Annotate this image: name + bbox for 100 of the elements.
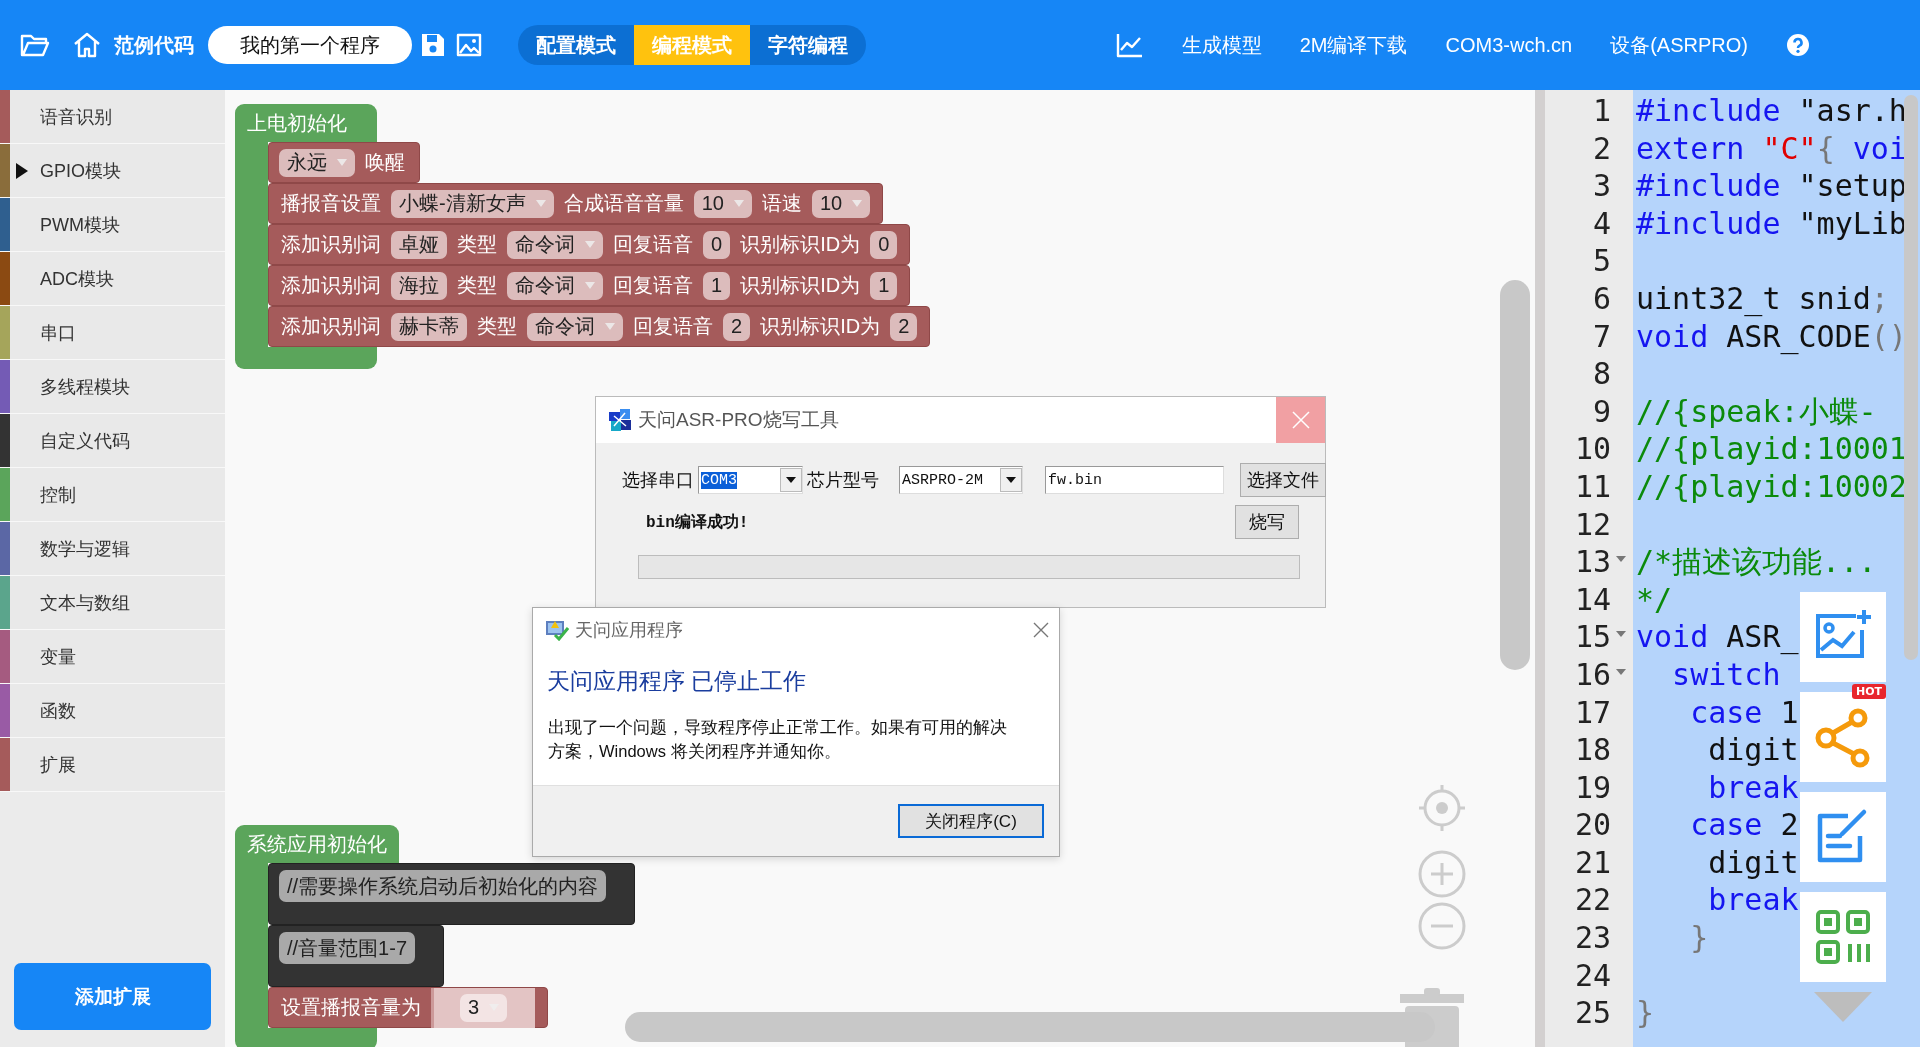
image-icon[interactable] [456,32,482,58]
add-extension-button[interactable]: 添加扩展 [14,963,211,1030]
mode-tab[interactable]: 配置模式 [518,25,634,65]
code-scrollbar[interactable] [1904,95,1918,660]
tool-card[interactable] [1800,792,1886,882]
sidebar-item[interactable]: 语音识别 [0,90,225,144]
dropdown-button[interactable] [1000,468,1022,492]
close-program-button[interactable]: 关闭程序(C) [898,804,1044,838]
mode-tab[interactable]: 字符编程 [750,25,866,65]
choose-file-button[interactable]: 选择文件 [1240,463,1326,497]
block-dropdown[interactable]: 小蝶-清新女声 [391,189,554,218]
line-number: 20 [1574,806,1611,844]
caret-icon [852,200,863,207]
line-number: 3 [1592,167,1611,205]
sidebar-item[interactable]: 变量 [0,630,225,684]
statement-block[interactable]: 播报音设置 小蝶-清新女声 合成语音音量 10 语速 10 [268,183,884,224]
category-label: 扩展 [40,753,76,777]
toolbar-link[interactable]: 生成模型 [1181,31,1262,59]
statement-block[interactable]: 永远 唤醒 [268,142,420,183]
block-label: 合成语音音量 [562,191,685,216]
program-name-field[interactable]: 我的第一个程序 [208,26,412,64]
chip-combobox[interactable]: ASRPRO-2M [899,466,1023,494]
statement-block[interactable]: 添加识别词 海拉 类型 命令词 回复语音 1 识别标识ID为 1 [268,265,911,306]
close-button[interactable] [1033,622,1049,638]
file-field[interactable]: fw.bin [1045,466,1224,494]
help-icon[interactable] [1786,33,1810,57]
block-dropdown[interactable]: 命令词 [507,230,603,259]
fold-icon[interactable] [1616,668,1626,675]
block-field[interactable]: //需要操作系统启动后初始化的内容 [279,870,607,902]
folder-icon[interactable] [20,32,50,58]
sidebar-item[interactable]: 控制 [0,468,225,522]
fold-icon[interactable] [1616,631,1626,638]
sidebar-item[interactable]: 函数 [0,684,225,738]
code-text: "asr.h [1797,93,1907,128]
code-text: 1 [1779,694,1799,730]
block-field[interactable]: 0 [870,230,898,259]
burn-button[interactable]: 烧写 [1235,505,1299,539]
block-field[interactable]: 1 [870,271,898,300]
code-text: case [1689,694,1763,730]
category-label: PWM模块 [40,213,120,237]
horizontal-scrollbar[interactable] [625,1012,1435,1042]
sidebar-item[interactable]: 自定义代码 [0,414,225,468]
block-field[interactable]: 赫卡蒂 [391,312,467,341]
dropdown-button[interactable] [780,468,802,492]
code-text: /*描述该功能... [1636,544,1877,580]
chart-icon[interactable] [1115,32,1144,58]
code-text: switch [1671,656,1781,692]
block-dropdown[interactable]: 3 [460,993,508,1022]
code-text: () [1870,318,1907,354]
block-label: 设置播报音量为 [280,995,422,1020]
block-dropdown[interactable]: 10 [693,189,752,218]
tool-card[interactable] [1800,892,1886,982]
home-icon[interactable] [72,31,102,59]
block-field[interactable]: 2 [890,312,918,341]
statement-block[interactable]: 添加识别词 卓娅 类型 命令词 回复语音 0 识别标识ID为 0 [268,224,911,265]
block-field[interactable]: //音量范围1-7 [279,932,416,964]
sidebar-item[interactable]: 数学与逻辑 [0,522,225,576]
fold-icon[interactable] [1616,556,1626,563]
line-number: 15 [1574,618,1611,656]
sidebar-item[interactable]: 文本与数组 [0,576,225,630]
block-field[interactable]: 1 [703,271,731,300]
comment-block[interactable]: //音量范围1-7 [268,925,445,987]
block-field[interactable]: 0 [703,230,731,259]
comment-block[interactable]: //需要操作系统启动后初始化的内容 [268,863,636,925]
tool-card[interactable] [1800,592,1886,682]
monitor-warning-icon [545,619,569,641]
block-dropdown[interactable]: 永远 [279,148,355,177]
block-dropdown[interactable]: 命令词 [507,271,603,300]
block-dropdown[interactable]: 10 [811,189,871,218]
statement-block[interactable]: 添加识别词 赫卡蒂 类型 命令词 回复语音 2 识别标识ID为 2 [268,306,931,347]
statement-block[interactable]: 设置播报音量为 3 [268,987,549,1028]
block-field[interactable]: 2 [723,312,751,341]
code-text: "setup [1797,168,1907,204]
sidebar-item[interactable]: 多线程模块 [0,360,225,414]
examples-link[interactable]: 范例代码 [114,31,194,59]
expand-arrow-icon[interactable] [16,162,28,179]
caret-icon [535,200,546,207]
block-dropdown[interactable]: 命令词 [527,312,623,341]
save-icon[interactable] [420,32,446,58]
block-label: 识别标识ID为 [739,273,862,298]
block-label: 播报音设置 [280,191,382,216]
vertical-scrollbar[interactable] [1500,280,1530,670]
block-field[interactable]: 卓娅 [391,230,447,259]
sidebar-item[interactable]: ADC模块 [0,252,225,306]
sidebar-item[interactable]: PWM模块 [0,198,225,252]
block-label: 类型 [456,232,498,257]
toolbar-link[interactable]: COM3-wch.cn [1445,33,1573,57]
block-label: 类型 [476,314,518,339]
sidebar-item[interactable]: 串口 [0,306,225,360]
sidebar-item[interactable]: GPIO模块 [0,144,225,198]
block-field[interactable]: 海拉 [391,271,447,300]
close-icon [1291,411,1310,429]
toolbar-link[interactable]: 设备(ASRPRO) [1610,31,1748,59]
block-label: 添加识别词 [280,273,382,298]
category-label: 语音识别 [40,105,112,129]
toolbar-link[interactable]: 2M编译下载 [1299,31,1408,59]
category-label: 变量 [40,645,76,669]
code-text: #include [1636,93,1781,128]
port-combobox[interactable]: COM3 [698,466,803,494]
sidebar-item[interactable]: 扩展 [0,738,225,792]
